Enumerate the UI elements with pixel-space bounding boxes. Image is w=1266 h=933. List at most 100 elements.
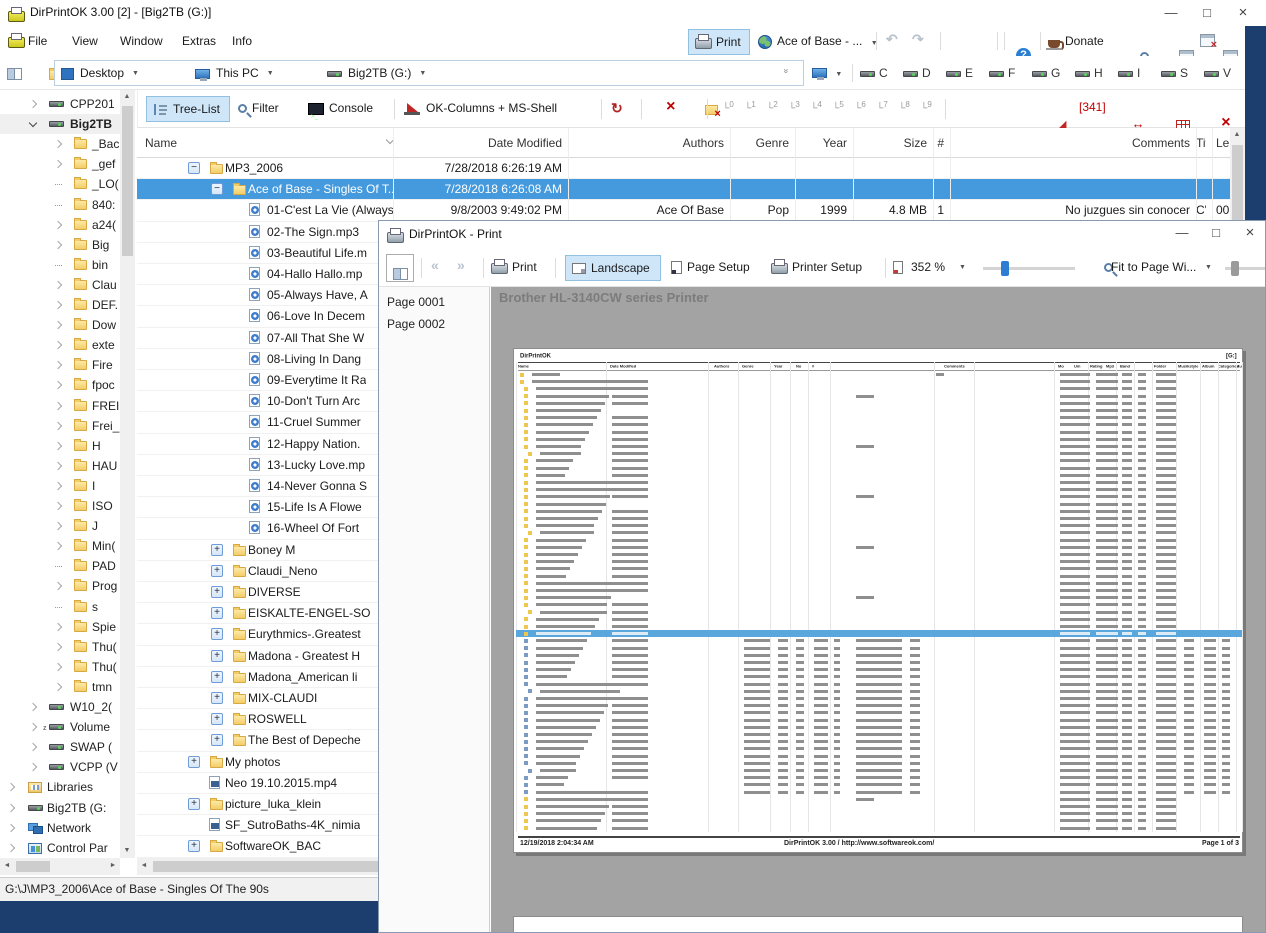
table-row[interactable]: 01-C'est La Vie (Always ...9/8/2003 9:49…: [137, 200, 1230, 221]
breadcrumb-overflow-icon[interactable]: »: [782, 68, 792, 73]
computer-dropdown[interactable]: ▼: [812, 60, 842, 86]
cell-title: C'e...: [1196, 200, 1206, 221]
mini-text-bar: [1096, 668, 1118, 671]
drive-button-g[interactable]: G: [1032, 61, 1060, 85]
close-button[interactable]: ×: [1225, 0, 1261, 26]
breadcrumb-this-pc[interactable]: This PC▼: [195, 61, 274, 85]
tree-depth-2[interactable]: └2: [762, 100, 782, 114]
column-header-size[interactable]: Size: [853, 128, 927, 158]
mini-text-bar: [1122, 459, 1132, 462]
zoom-slider[interactable]: [983, 267, 1075, 270]
console-button[interactable]: Console: [308, 96, 373, 122]
print-button[interactable]: Print: [491, 255, 537, 281]
column-header-authors[interactable]: Authors: [568, 128, 724, 158]
back-history-icon[interactable]: ↶: [886, 31, 898, 48]
mini-text-bar: [1184, 654, 1194, 657]
page-thumb-2[interactable]: Page 0002: [387, 314, 445, 334]
printer-setup-button[interactable]: Printer Setup: [771, 255, 862, 281]
tree-list-button[interactable]: Tree-List: [146, 96, 230, 122]
print-minimize-button[interactable]: —: [1167, 220, 1197, 246]
tree-depth-1[interactable]: └1: [740, 100, 760, 114]
minimize-button[interactable]: —: [1153, 0, 1189, 26]
fit-slider[interactable]: [1225, 267, 1265, 270]
zoom-chevron-icon[interactable]: ▼: [959, 264, 966, 271]
tree-depth-9[interactable]: └9: [916, 100, 936, 114]
column-header-le[interactable]: Le: [1216, 128, 1230, 158]
drive-button-h[interactable]: H: [1075, 61, 1103, 85]
tree-depth-3[interactable]: └3: [784, 100, 804, 114]
profile-dropdown[interactable]: Ace of Base - ... ▼: [758, 29, 870, 55]
tree-depth-0[interactable]: └0: [718, 100, 738, 114]
panel-layout-icon[interactable]: [7, 68, 22, 80]
print-maximize-button[interactable]: □: [1201, 220, 1231, 246]
breadcrumb-desktop[interactable]: Desktop▼: [61, 61, 139, 85]
drive-button-f[interactable]: F: [989, 61, 1015, 85]
fit-chevron-icon[interactable]: ▼: [1205, 264, 1212, 271]
landscape-button[interactable]: Landscape: [565, 255, 661, 281]
tree-item-cpp201[interactable]: CPP201: [0, 94, 120, 114]
table-row[interactable]: Ace of Base - Singles Of T...7/28/2018 6…: [137, 179, 1230, 200]
page-thumb-1[interactable]: Page 0001: [387, 292, 445, 312]
clear-icon[interactable]: [666, 99, 675, 115]
mini-text-bar: [856, 647, 902, 650]
expand-toggle-icon: [211, 544, 223, 556]
music-file-icon: [249, 437, 260, 450]
column-header--[interactable]: #: [933, 128, 944, 158]
drive-button-d[interactable]: D: [903, 61, 931, 85]
menu-window[interactable]: Window: [118, 26, 165, 56]
column-header-name[interactable]: Name: [145, 128, 389, 158]
column-header-year[interactable]: Year: [795, 128, 847, 158]
tree-item--bac[interactable]: _Bac: [0, 134, 120, 154]
table-row[interactable]: MP3_20067/28/2018 6:26:19 AM: [137, 158, 1230, 179]
mini-text-bar: [612, 733, 648, 736]
next-page-icon[interactable]: »: [457, 257, 465, 273]
ok-columns-button[interactable]: OK-Columns + MS-Shell: [404, 96, 557, 122]
menu-file[interactable]: File: [26, 26, 49, 56]
drive-button-c[interactable]: C: [860, 61, 888, 85]
column-header-genre[interactable]: Genre: [730, 128, 789, 158]
mini-text-bar: [856, 596, 874, 599]
column-header-date-modified[interactable]: Date Modified: [393, 128, 562, 158]
menu-view[interactable]: View: [70, 26, 100, 56]
preview-panes-button[interactable]: [386, 254, 414, 282]
quick-print-button[interactable]: Print: [688, 29, 750, 55]
print-dialog-titlebar[interactable]: DirPrintOK - Print — □ ×: [379, 221, 1265, 249]
tree-depth-7[interactable]: └7: [872, 100, 892, 114]
drive-button-i[interactable]: I: [1118, 61, 1140, 85]
tree-item-big2tb[interactable]: Big2TB: [0, 114, 120, 134]
forward-history-icon[interactable]: ↷: [912, 31, 924, 48]
close-all-windows-icon[interactable]: [1200, 34, 1215, 47]
drive-button-e[interactable]: E: [946, 61, 973, 85]
donate-button[interactable]: Donate: [1048, 29, 1104, 55]
mini-text-bar: [1156, 373, 1176, 376]
mini-text-bar: [1138, 776, 1146, 779]
refresh-icon[interactable]: [611, 101, 623, 115]
fit-mode-value[interactable]: Fit to Page Wi...: [1111, 260, 1196, 274]
zoom-slider-thumb[interactable]: [1001, 261, 1009, 276]
print-close-button[interactable]: ×: [1235, 220, 1265, 246]
fit-slider-thumb[interactable]: [1231, 261, 1239, 276]
tree-depth-4[interactable]: └4: [806, 100, 826, 114]
mini-text-bar: [1060, 438, 1090, 441]
tree-depth-8[interactable]: └8: [894, 100, 914, 114]
column-header-title[interactable]: Title: [1196, 128, 1206, 158]
tree-hscrollbar[interactable]: ◄ ►: [0, 858, 120, 875]
mini-text-bar: [1138, 625, 1146, 628]
menu-info[interactable]: Info: [230, 26, 254, 56]
drive-button-s[interactable]: S: [1161, 61, 1188, 85]
tree-depth-5[interactable]: └5: [828, 100, 848, 114]
drive-button-v[interactable]: V: [1204, 61, 1231, 85]
previous-page-icon[interactable]: «: [431, 257, 439, 273]
column-header-comments[interactable]: Comments: [950, 128, 1190, 158]
filter-button[interactable]: Filter: [238, 96, 279, 122]
mini-text-bar: [778, 747, 788, 750]
main-titlebar[interactable]: DirPrintOK 3.00 [2] - [Big2TB (G:)] — □ …: [0, 0, 1266, 26]
breadcrumb-big2tb-g-[interactable]: Big2TB (G:)▼: [327, 61, 426, 85]
zoom-value[interactable]: 352 %: [911, 260, 945, 274]
tree-depth-6[interactable]: └6: [850, 100, 870, 114]
maximize-button[interactable]: □: [1189, 0, 1225, 26]
page-setup-button[interactable]: Page Setup: [671, 255, 750, 281]
menu-extras[interactable]: Extras: [180, 26, 218, 56]
mini-text-bar: [1138, 589, 1146, 592]
mini-row: [516, 810, 1242, 817]
